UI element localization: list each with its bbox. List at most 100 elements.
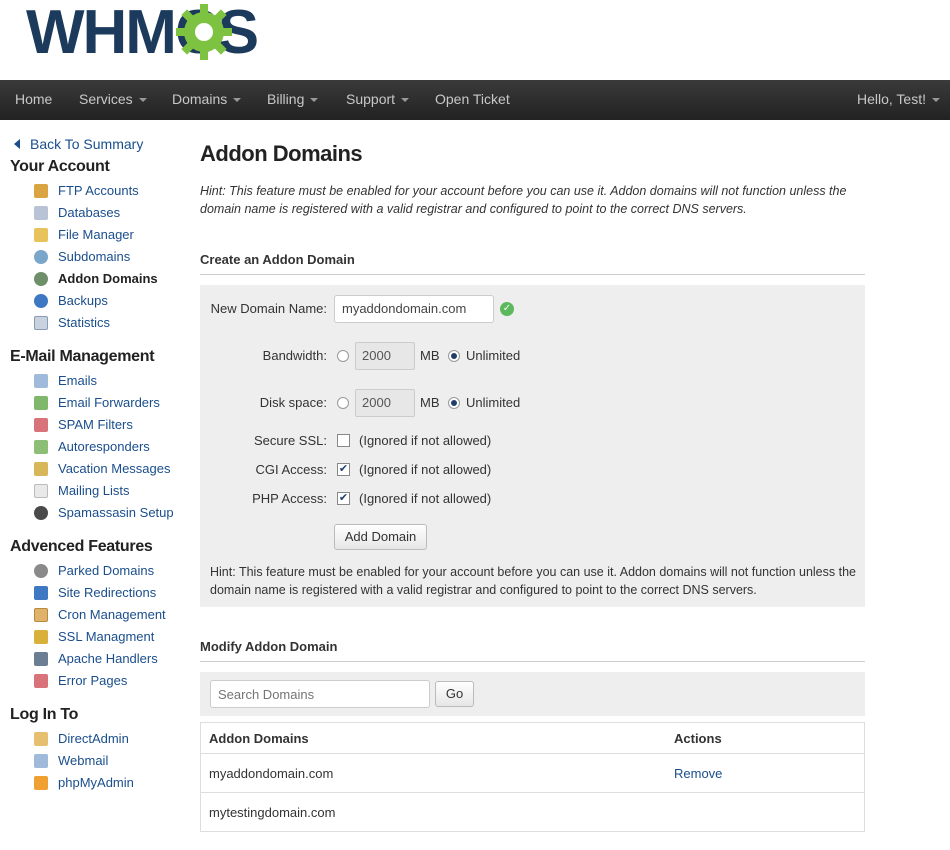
disk-unlimited-label: Unlimited	[466, 395, 521, 410]
envelope-icon	[34, 754, 48, 768]
addon-domains-table: Addon Domains Actions myaddondomain.com …	[200, 722, 865, 832]
nav-label: Services	[79, 91, 133, 107]
disk-unit: MB	[420, 395, 440, 410]
globe-gray-icon	[34, 564, 48, 578]
sidebar-item-label: Backups	[58, 293, 108, 308]
domain-cell: myaddondomain.com	[209, 766, 334, 781]
globe-icon	[34, 250, 48, 264]
ssl-checkbox[interactable]	[337, 434, 350, 447]
back-label: Back To Summary	[30, 136, 144, 152]
php-label: PHP Access:	[252, 491, 327, 506]
calendar-icon	[34, 608, 48, 622]
col-actions: Actions	[674, 731, 722, 746]
sidebar-item-label: Cron Management	[58, 607, 166, 622]
search-domains-input[interactable]	[210, 680, 430, 708]
bandwidth-label: Bandwidth:	[262, 348, 327, 363]
ssl-label: Secure SSL:	[254, 433, 327, 448]
table-header-row: Addon Domains Actions	[201, 723, 864, 754]
disk-input[interactable]: 2000	[355, 389, 415, 417]
sidebar-item-label: Databases	[58, 205, 121, 220]
php-checkbox[interactable]: ✔	[337, 492, 350, 505]
disk-limited-radio[interactable]	[337, 397, 349, 409]
create-section-heading: Create an Addon Domain	[200, 252, 865, 275]
ssl-note: (Ignored if not allowed)	[359, 433, 492, 448]
sidebar-item-label: SPAM Filters	[58, 417, 133, 432]
redirect-arrows-icon	[34, 586, 48, 600]
sidebar-item-label: FTP Accounts	[58, 183, 139, 198]
chevron-down-icon	[401, 98, 410, 103]
nav-home[interactable]: Home	[15, 80, 52, 120]
spy-icon	[34, 506, 48, 520]
nav-billing[interactable]: Billing	[267, 80, 319, 120]
database-icon	[34, 206, 48, 220]
search-bar: Go	[200, 672, 865, 716]
hint-text-bottom: Hint: This feature must be enabled for y…	[210, 565, 856, 597]
create-addon-form: New Domain Name: myaddondomain.com ✓ Ban…	[200, 285, 865, 607]
chevron-down-icon	[310, 98, 319, 103]
sidebar-section-title: E-Mail Management	[10, 348, 155, 365]
nav-services[interactable]: Services	[79, 80, 147, 120]
nav-open-ticket[interactable]: Open Ticket	[435, 80, 510, 120]
domain-cell: mytestingdomain.com	[209, 805, 336, 820]
envelope-reply-icon	[34, 440, 48, 454]
sidebar-item-label: Subdomains	[58, 249, 131, 264]
envelope-forward-icon	[34, 396, 48, 410]
nav-label: Billing	[267, 91, 305, 107]
whmcs-logo[interactable]: WHMCS	[26, 0, 286, 70]
check-icon: ✓	[500, 302, 514, 316]
sidebar-item-label: Vacation Messages	[58, 461, 171, 476]
domain-label: New Domain Name:	[210, 301, 327, 316]
bandwidth-unit: MB	[420, 348, 440, 363]
sidebar-section-title: Log In To	[10, 706, 79, 723]
clock-icon	[34, 294, 48, 308]
lock-icon	[34, 630, 48, 644]
envelope-block-icon	[34, 418, 48, 432]
sidebar-item-label: Addon Domains	[58, 271, 158, 286]
back-to-summary-link[interactable]: Back To Summary	[14, 136, 143, 152]
bandwidth-unlimited-label: Unlimited	[466, 348, 521, 363]
sidebar-item-label: Parked Domains	[58, 563, 155, 578]
nav-label: Home	[15, 91, 53, 107]
chevron-down-icon	[233, 98, 242, 103]
cgi-note: (Ignored if not allowed)	[359, 462, 492, 477]
beach-icon	[34, 462, 48, 476]
envelope-icon	[34, 374, 48, 388]
sidebar-item-label: Site Redirections	[58, 585, 157, 600]
sidebar-item-label: Emails	[58, 373, 98, 388]
table-row: mytestingdomain.com	[201, 793, 864, 831]
cgi-checkbox[interactable]: ✔	[337, 463, 350, 476]
nav-user-menu[interactable]: Hello, Test!	[857, 80, 940, 120]
sidebar-item-label: DirectAdmin	[58, 731, 129, 746]
sidebar-item-label: Mailing Lists	[58, 483, 130, 498]
modify-section-heading: Modify Addon Domain	[200, 639, 865, 662]
sidebar-item-label: Webmail	[58, 753, 109, 768]
hint-text: Hint: This feature must be enabled for y…	[200, 184, 847, 216]
sidebar-item-label: SSL Managment	[58, 629, 155, 644]
nav-domains[interactable]: Domains	[172, 80, 242, 120]
domain-name-input[interactable]: myaddondomain.com	[334, 295, 494, 323]
bandwidth-input[interactable]: 2000	[355, 342, 415, 370]
nav-label: Open Ticket	[435, 91, 510, 107]
add-domain-button[interactable]: Add Domain	[334, 524, 427, 550]
disk-unlimited-radio[interactable]	[448, 397, 460, 409]
chevron-left-icon	[14, 139, 20, 149]
go-button[interactable]: Go	[435, 681, 474, 707]
sidebar-item-label: Spamassasin Setup	[58, 505, 174, 520]
bandwidth-unlimited-radio[interactable]	[448, 350, 460, 362]
chevron-down-icon	[138, 98, 147, 103]
user-icon	[34, 184, 48, 198]
cgi-label: CGI Access:	[255, 462, 327, 477]
bandwidth-limited-radio[interactable]	[337, 350, 349, 362]
chart-icon	[34, 316, 48, 330]
sidebar-item-label: Autoresponders	[58, 439, 150, 454]
server-icon	[34, 652, 48, 666]
key-icon	[34, 732, 48, 746]
nav-support[interactable]: Support	[346, 80, 410, 120]
sidebar-item-label: File Manager	[58, 227, 134, 242]
table-row: myaddondomain.com Remove	[201, 754, 864, 793]
remove-link[interactable]: Remove	[674, 766, 722, 781]
php-note: (Ignored if not allowed)	[359, 491, 492, 506]
page-title: Addon Domains	[200, 141, 363, 166]
nav-label: Domains	[172, 91, 228, 107]
chevron-down-icon	[932, 98, 940, 103]
